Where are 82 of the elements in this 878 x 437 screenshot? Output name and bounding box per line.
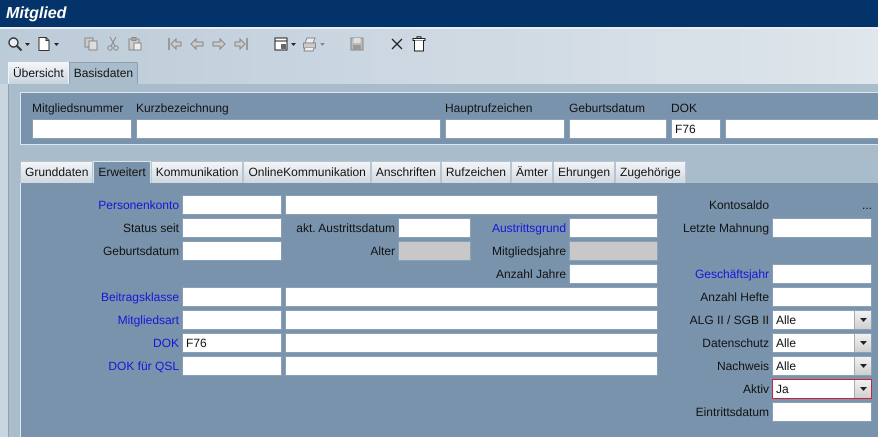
caret-icon	[54, 42, 59, 46]
tab[interactable]: Zugehörige	[615, 161, 686, 183]
window-title: Mitglied	[6, 4, 66, 22]
copy-icon	[83, 36, 99, 52]
trash-icon	[411, 36, 427, 52]
tab[interactable]: Rufzeichen	[440, 161, 511, 183]
input-field[interactable]	[182, 195, 282, 215]
value-text: ...	[862, 198, 872, 212]
tab[interactable]: Übersicht	[8, 62, 69, 84]
field-label: Eintrittsdatum	[696, 405, 769, 419]
caret-icon	[860, 318, 866, 322]
input-field[interactable]	[285, 356, 658, 376]
input-field[interactable]	[136, 119, 441, 139]
input-field[interactable]	[569, 264, 658, 284]
input-field[interactable]	[285, 195, 658, 215]
field-label: Alter	[370, 244, 395, 258]
field-label: Nachweis	[716, 359, 769, 373]
field-label: Status seit	[122, 221, 179, 235]
input-field[interactable]	[182, 287, 282, 307]
input-field[interactable]	[32, 119, 132, 139]
caret-icon	[860, 341, 866, 345]
printer-icon	[302, 36, 318, 52]
input-field[interactable]	[182, 356, 282, 376]
tab[interactable]: Ämter	[510, 161, 553, 183]
window-icon	[273, 36, 289, 52]
input-field[interactable]	[285, 333, 658, 353]
field-label: Aktiv	[742, 382, 769, 396]
caret-icon	[860, 364, 866, 368]
input-field[interactable]	[398, 218, 471, 238]
last-arrow-icon	[233, 36, 249, 52]
caret-icon	[860, 387, 866, 391]
input-field[interactable]: F76	[671, 119, 721, 139]
input-field[interactable]	[182, 218, 282, 238]
input-field[interactable]	[569, 218, 658, 238]
field-label: ALG II / SGB II	[690, 313, 769, 327]
field-label: Hauptrufzeichen	[445, 101, 534, 115]
scissors-icon	[105, 36, 121, 52]
input-field[interactable]	[445, 119, 565, 139]
field-label: Anzahl Hefte	[700, 290, 769, 304]
close-icon	[389, 36, 405, 52]
dropdown-field[interactable]: Alle	[772, 333, 872, 353]
field-label: Kontosaldo	[708, 198, 769, 212]
caret-icon	[25, 42, 30, 46]
first-arrow-icon	[167, 36, 183, 52]
tab[interactable]: Erweitert	[93, 161, 151, 183]
field-label: Geburtsdatum	[569, 101, 646, 115]
input-field[interactable]	[772, 264, 872, 284]
field-label: akt. Austrittsdatum	[296, 221, 395, 235]
tab[interactable]: Grunddaten	[20, 161, 94, 183]
field-label: Geburtsdatum	[102, 244, 179, 258]
field-label: Mitgliedsnummer	[32, 101, 124, 115]
field-label: DOK	[671, 101, 698, 115]
caret-icon	[291, 42, 296, 46]
field-label: Letzte Mahnung	[682, 221, 769, 235]
clipboard-icon	[127, 36, 143, 52]
search-icon	[7, 36, 23, 52]
tab[interactable]: Ehrungen	[552, 161, 615, 183]
tab[interactable]: Kommunikation	[150, 161, 244, 183]
input-field[interactable]	[569, 119, 667, 139]
dropdown-field[interactable]: Alle	[772, 310, 872, 330]
field-label: Mitgliedsjahre	[492, 244, 566, 258]
tab[interactable]: Anschriften	[370, 161, 441, 183]
field-label: Datenschutz	[702, 336, 769, 350]
dropdown-field[interactable]: Ja	[772, 379, 872, 399]
tab[interactable]: OnlineKommunikation	[243, 161, 371, 183]
tab[interactable]: Basisdaten	[68, 62, 138, 84]
input-field[interactable]	[772, 402, 872, 422]
caret-icon	[320, 42, 325, 46]
input-field[interactable]	[772, 287, 872, 307]
left-arrow-icon	[189, 36, 205, 52]
input-field[interactable]	[772, 218, 872, 238]
input-field[interactable]	[725, 119, 878, 139]
document-icon	[36, 36, 52, 52]
input-field[interactable]: F76	[182, 333, 282, 353]
input-field[interactable]	[285, 310, 658, 330]
dropdown-field[interactable]: Alle	[772, 356, 872, 376]
field-label: Kurzbezeichnung	[136, 101, 230, 115]
input-field[interactable]	[182, 310, 282, 330]
input-field[interactable]	[182, 241, 282, 261]
input-field[interactable]	[285, 287, 658, 307]
right-arrow-icon	[211, 36, 227, 52]
field-label: Anzahl Jahre	[496, 267, 566, 281]
